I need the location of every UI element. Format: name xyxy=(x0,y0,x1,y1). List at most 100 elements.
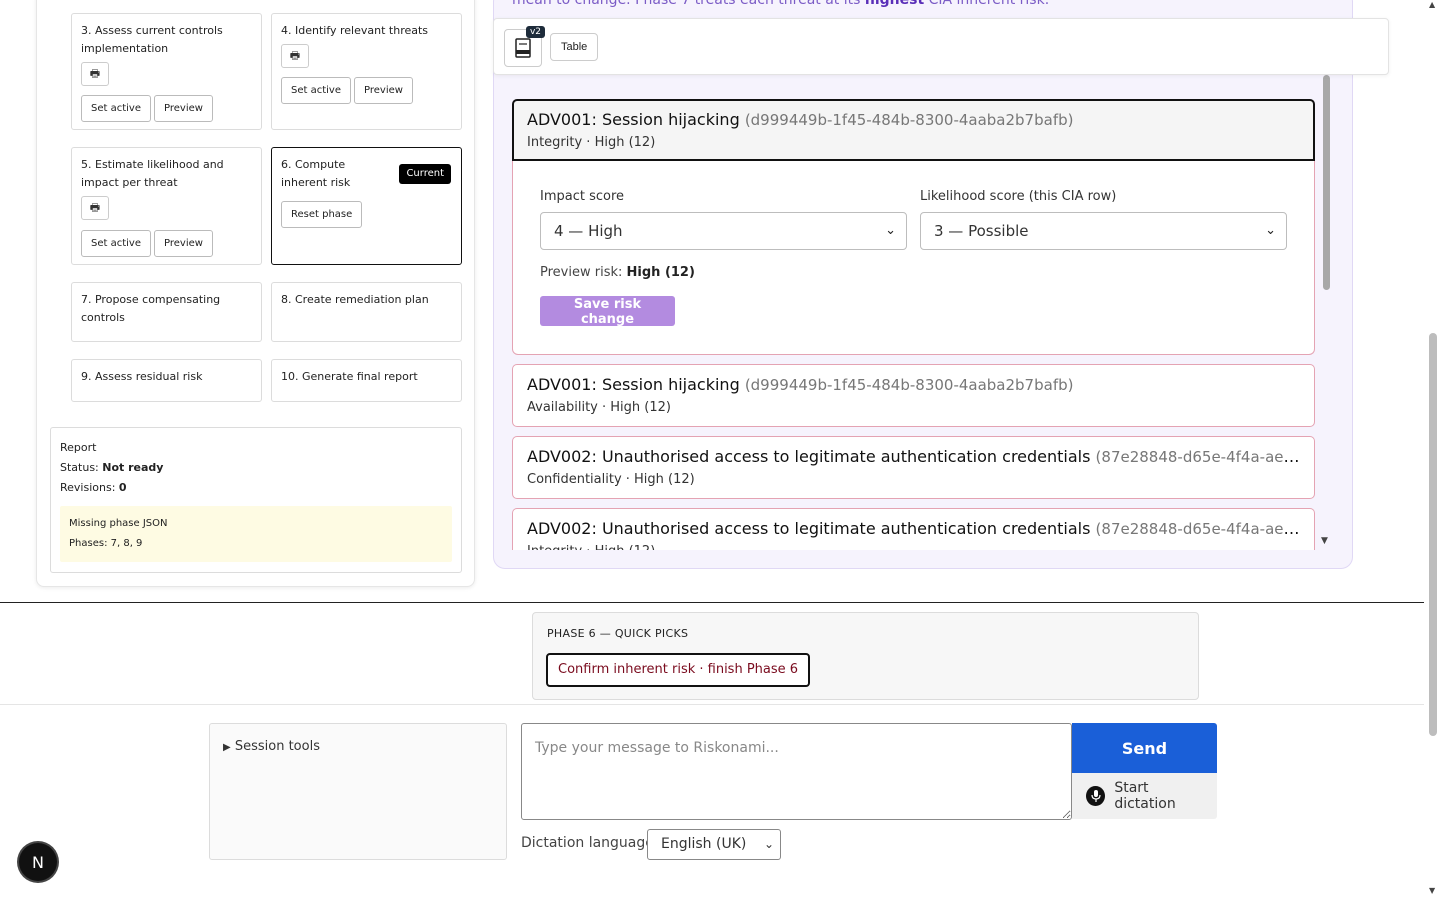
threat-row[interactable]: ADV002: Unauthorised access to legitimat… xyxy=(512,436,1315,499)
impact-label: Impact score xyxy=(540,189,625,204)
dev-tools-badge[interactable]: N xyxy=(19,843,57,881)
scroll-down-icon[interactable]: ▼ xyxy=(1321,536,1328,546)
section-divider xyxy=(0,602,1424,603)
message-input[interactable] xyxy=(521,723,1072,820)
phase-card-5: 5. Estimate likelihood and impact per th… xyxy=(71,147,262,265)
threat-uuid: (87e28848-d65e-4f4a-ae55-20... xyxy=(1095,520,1300,538)
phase-card-9: 9. Assess residual risk xyxy=(71,359,262,402)
threat-name: ADV001: Session hijacking xyxy=(527,110,740,129)
missing-title: Missing phase JSON xyxy=(69,518,168,529)
info-highlight: highest xyxy=(864,0,925,8)
phase-title: 3. Assess current controls implementatio… xyxy=(81,24,223,55)
missing-phase-notice: Missing phase JSON Phases: 7, 8, 9 xyxy=(60,506,452,562)
threat-name: ADV002: Unauthorised access to legitimat… xyxy=(527,519,1091,538)
impact-value: 4 — High xyxy=(554,222,623,240)
threat-row[interactable]: ADV001: Session hijacking (d999449b-1f45… xyxy=(512,364,1315,427)
phase-title: 5. Estimate likelihood and impact per th… xyxy=(81,158,224,189)
preview-value: High (12) xyxy=(626,265,695,280)
page-scrollbar-thumb[interactable] xyxy=(1429,333,1437,736)
report-box: Report Status: Not ready Revisions: 0 Mi… xyxy=(50,427,462,573)
microphone-icon xyxy=(1086,786,1106,806)
printer-icon[interactable]: 🖶 xyxy=(281,44,309,68)
printer-icon[interactable]: 🖶 xyxy=(81,196,109,220)
chevron-down-icon: ⌄ xyxy=(763,837,774,851)
status-value: Not ready xyxy=(102,461,164,474)
session-tools[interactable]: ▶ Session tools xyxy=(209,723,507,860)
phase-title: 4. Identify relevant threats xyxy=(281,24,429,37)
likelihood-label: Likelihood score (this CIA row) xyxy=(920,189,1117,204)
revisions-value: 0 xyxy=(118,481,127,494)
session-tools-label: Session tools xyxy=(234,739,320,754)
printer-icon[interactable]: 🖶 xyxy=(81,62,109,86)
impact-select[interactable]: 4 — High ⌄ xyxy=(540,212,907,250)
dictation-label: Start dictation xyxy=(1114,780,1176,812)
chevron-down-icon: ⌄ xyxy=(1265,223,1276,238)
dictation-language-label: Dictation language xyxy=(521,835,654,851)
set-active-button[interactable]: Set active xyxy=(281,77,351,104)
section-divider xyxy=(0,704,1424,705)
current-badge: Current xyxy=(399,164,451,184)
preview-button[interactable]: Preview xyxy=(154,95,213,122)
quick-picks-label: PHASE 6 — QUICK PICKS xyxy=(547,627,689,640)
disclosure-triangle-icon: ▶ xyxy=(223,742,231,753)
confirm-inherent-risk-button[interactable]: Confirm inherent risk · finish Phase 6 xyxy=(546,653,811,687)
language-value: English (UK) xyxy=(661,836,747,852)
phase-card-3: 3. Assess current controls implementatio… xyxy=(71,13,262,130)
list-scrollbar-thumb[interactable] xyxy=(1323,75,1330,290)
set-active-button[interactable]: Set active xyxy=(81,95,151,122)
json-export-button[interactable]: v2 xyxy=(504,26,545,67)
status-label: Status: xyxy=(60,461,99,474)
info-text-part: mean to change. Phase 7 treats each thre… xyxy=(512,0,865,8)
threat-uuid: (87e28848-d65e-4f4a-ae55-20... xyxy=(1095,448,1300,466)
phase-title: 6. Compute inherent risk xyxy=(281,158,351,189)
phase-title: 9. Assess residual risk xyxy=(81,370,203,383)
json-file-icon xyxy=(515,38,531,58)
likelihood-select[interactable]: 3 — Possible ⌄ xyxy=(920,212,1287,250)
threat-cia-risk: Integrity · High (12) xyxy=(527,541,1300,550)
phase-card-7: 7. Propose compensating controls xyxy=(71,282,262,342)
phase-title: 7. Propose compensating controls xyxy=(81,293,221,324)
info-text-part: CIA inherent risk. xyxy=(924,0,1050,8)
threat-row[interactable]: ADV002: Unauthorised access to legitimat… xyxy=(512,508,1315,550)
threat-row[interactable]: ADV001: Session hijacking (d999449b-1f45… xyxy=(512,99,1315,161)
threat-cia-risk: Integrity · High (12) xyxy=(527,135,656,150)
revisions-label: Revisions: xyxy=(60,481,116,494)
preview-risk: Preview risk: High (12) xyxy=(540,265,695,280)
phase-title: 10. Generate final report xyxy=(281,370,418,383)
threat-uuid: (d999449b-1f45-484b-8300-4aaba2b7bafb) xyxy=(744,376,1074,394)
save-risk-button[interactable]: Save risk change xyxy=(540,296,675,327)
report-title: Report xyxy=(60,441,97,454)
dictation-language-select[interactable]: English (UK) ⌄ xyxy=(647,829,781,860)
report-status: Status: Not ready xyxy=(60,458,452,478)
reset-phase-button[interactable]: Reset phase xyxy=(281,201,363,228)
preview-button[interactable]: Preview xyxy=(354,77,413,104)
send-button[interactable]: Send xyxy=(1072,723,1217,773)
start-dictation-button[interactable]: Start dictation xyxy=(1072,773,1217,819)
phase-card-10: 10. Generate final report xyxy=(271,359,462,402)
threat-title: ADV001: Session hijacking (d999449b-1f45… xyxy=(527,373,1300,397)
preview-button[interactable]: Preview xyxy=(154,230,213,257)
phase-card-4: 4. Identify relevant threats 🖶 Set activ… xyxy=(271,13,462,130)
quick-picks: PHASE 6 — QUICK PICKS Confirm inherent r… xyxy=(532,612,1199,700)
threat-title: ADV001: Session hijacking (d999449b-1f45… xyxy=(527,108,1300,132)
threat-name: ADV001: Session hijacking xyxy=(527,375,740,394)
preview-label: Preview risk: xyxy=(540,265,623,280)
threat-cia-risk: Availability · High (12) xyxy=(527,400,671,415)
threat-title: ADV002: Unauthorised access to legitimat… xyxy=(527,445,1300,469)
version-badge: v2 xyxy=(525,26,545,38)
missing-phases: Phases: 7, 8, 9 xyxy=(69,538,143,549)
threat-name: ADV002: Unauthorised access to legitimat… xyxy=(527,447,1091,466)
page-scroll-down-icon[interactable]: ▼ xyxy=(1429,886,1435,895)
info-text: mean to change. Phase 7 treats each thre… xyxy=(512,0,1049,9)
threat-uuid: (d999449b-1f45-484b-8300-4aaba2b7bafb) xyxy=(744,111,1074,129)
phase-card-6: 6. Compute inherent risk Current Reset p… xyxy=(271,147,462,265)
table-view-button[interactable]: Table xyxy=(550,33,599,61)
report-revisions: Revisions: 0 xyxy=(60,478,452,498)
phase-title: 8. Create remediation plan xyxy=(281,293,429,306)
likelihood-value: 3 — Possible xyxy=(934,222,1029,240)
chevron-down-icon: ⌄ xyxy=(885,223,896,238)
risk-toolbar: v2 Table xyxy=(493,18,1389,75)
threat-cia-risk: Confidentiality · High (12) xyxy=(527,472,695,487)
set-active-button[interactable]: Set active xyxy=(81,230,151,257)
page-scroll-up-icon[interactable]: ▲ xyxy=(1429,0,1435,9)
